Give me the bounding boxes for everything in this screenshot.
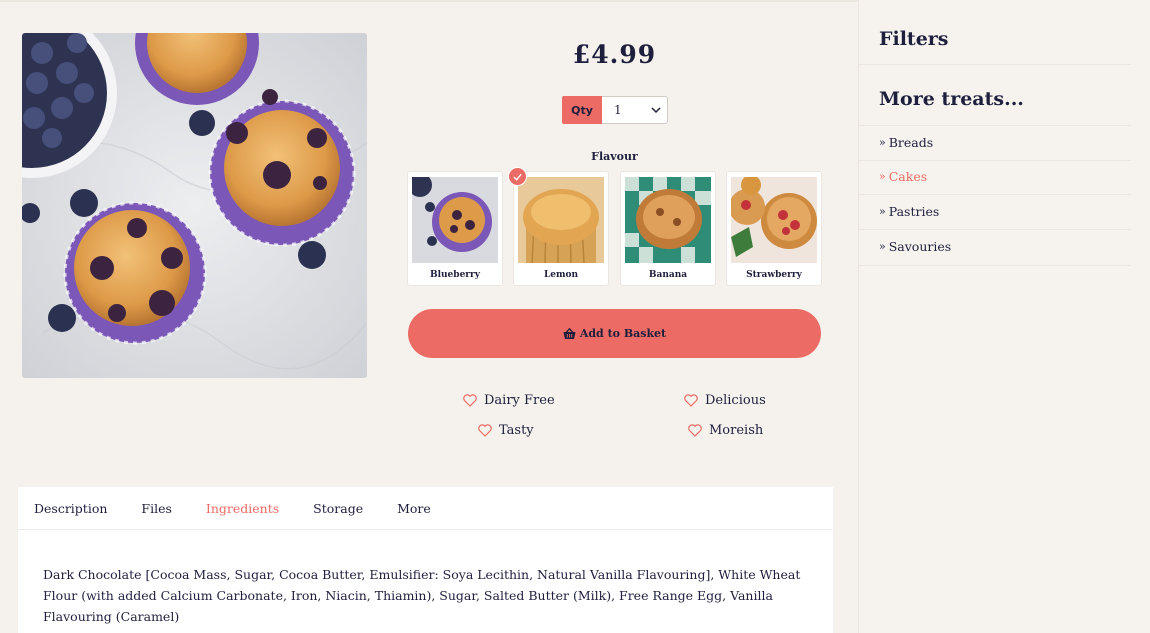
feature-label: Tasty xyxy=(499,423,534,438)
flavour-option-strawberry[interactable]: Strawberry xyxy=(727,172,821,285)
double-chevron-right-icon: » xyxy=(879,240,886,253)
heart-icon xyxy=(688,424,702,437)
divider xyxy=(859,265,1131,266)
double-chevron-right-icon: » xyxy=(879,170,886,183)
divider xyxy=(859,229,1131,230)
feature-label: Dairy Free xyxy=(484,393,555,408)
double-chevron-right-icon: » xyxy=(879,136,886,149)
flavour-thumbnail xyxy=(518,177,604,263)
heart-icon xyxy=(478,424,492,437)
divider xyxy=(859,125,1131,126)
sidebar-link-label: Pastries xyxy=(888,204,940,219)
divider xyxy=(859,64,1131,65)
feature-delicious: Delicious xyxy=(684,393,766,408)
quantity-value: 1 xyxy=(614,103,622,117)
product-info-tabs: Description Files Ingredients Storage Mo… xyxy=(18,487,833,633)
divider xyxy=(859,160,1131,161)
quantity-label: Qty xyxy=(562,96,602,124)
filters-heading: Filters xyxy=(879,28,949,50)
sidebar-link-savouries[interactable]: » Savouries xyxy=(879,239,951,254)
selected-check-badge xyxy=(508,167,527,186)
chevron-down-icon xyxy=(651,107,661,114)
feature-moreish: Moreish xyxy=(688,423,763,438)
flavour-name: Strawberry xyxy=(746,270,802,280)
basket-icon xyxy=(563,327,576,339)
double-chevron-right-icon: » xyxy=(879,205,886,218)
tab-more[interactable]: More xyxy=(397,501,431,516)
check-icon xyxy=(513,173,522,181)
flavour-option-blueberry[interactable]: Blueberry xyxy=(408,172,502,285)
sidebar-link-pastries[interactable]: » Pastries xyxy=(879,204,939,219)
flavour-label: Flavour xyxy=(591,150,638,163)
ingredients-text: Dark Chocolate [Cocoa Mass, Sugar, Cocoa… xyxy=(43,567,801,624)
flavour-thumbnail xyxy=(625,177,711,263)
flavour-option-banana[interactable]: Banana xyxy=(621,172,715,285)
heart-icon xyxy=(463,394,477,407)
sidebar-link-label: Cakes xyxy=(888,169,928,184)
tab-files[interactable]: Files xyxy=(141,501,171,516)
sidebar-link-label: Savouries xyxy=(888,239,952,254)
flavour-name: Blueberry xyxy=(429,270,481,280)
more-treats-heading: More treats... xyxy=(879,88,1024,110)
divider xyxy=(859,194,1131,195)
flavour-name: Banana xyxy=(648,270,688,280)
quantity-select[interactable]: 1 xyxy=(602,96,668,124)
feature-dairy-free: Dairy Free xyxy=(463,393,555,408)
tab-description[interactable]: Description xyxy=(34,501,107,516)
feature-tasty: Tasty xyxy=(478,423,534,438)
sidebar-link-breads[interactable]: » Breads xyxy=(879,135,933,150)
flavour-thumbnail xyxy=(412,177,498,263)
sidebar: Filters More treats... » Breads » Cakes … xyxy=(858,0,1150,633)
tab-storage[interactable]: Storage xyxy=(313,501,363,516)
add-to-basket-label: Add to Basket xyxy=(579,327,667,340)
add-to-basket-button[interactable]: Add to Basket xyxy=(408,309,821,358)
main-product-image xyxy=(22,33,367,378)
quantity-control: Qty 1 xyxy=(562,96,668,124)
flavour-options: Blueberry Lemon Banana Strawberry xyxy=(408,172,821,285)
heart-icon xyxy=(684,394,698,407)
tab-ingredients[interactable]: Ingredients xyxy=(206,501,279,516)
tab-bar: Description Files Ingredients Storage Mo… xyxy=(18,487,833,530)
flavour-thumbnail xyxy=(731,177,817,263)
flavour-name: Lemon xyxy=(543,270,579,280)
sidebar-link-cakes[interactable]: » Cakes xyxy=(879,169,927,184)
feature-label: Delicious xyxy=(705,393,766,408)
product-price: £4.99 xyxy=(572,40,657,69)
sidebar-link-label: Breads xyxy=(888,135,934,150)
feature-label: Moreish xyxy=(709,423,764,438)
flavour-option-lemon[interactable]: Lemon xyxy=(514,172,608,285)
